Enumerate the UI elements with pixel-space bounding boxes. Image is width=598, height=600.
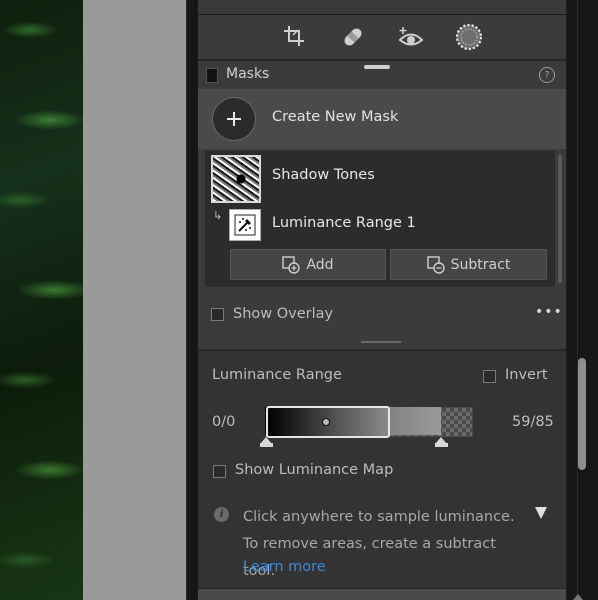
mask-component-label: Luminance Range 1 — [272, 215, 416, 231]
crop-tool-button[interactable] — [280, 22, 310, 52]
show-luminance-map-checkbox[interactable] — [213, 465, 226, 478]
add-button-label: Add — [306, 256, 334, 273]
panel-toggle-switch[interactable] — [206, 68, 218, 83]
masks-panel: Masks ? Create New Mask Shadow Tones ↳ L… — [198, 61, 566, 349]
mask-thumbnail — [211, 155, 261, 203]
selection-center-handle[interactable] — [322, 418, 330, 426]
info-icon: i — [214, 507, 229, 522]
red-eye-tool-button[interactable] — [396, 22, 426, 52]
show-overlay-checkbox[interactable] — [211, 308, 224, 321]
add-button[interactable]: Add — [230, 249, 386, 280]
masking-tool-button[interactable] — [454, 22, 484, 52]
canvas-background — [83, 0, 186, 600]
subtract-button-label: Subtract — [450, 256, 511, 273]
red-eye-icon — [398, 27, 424, 46]
crop-icon — [284, 26, 304, 46]
more-options-icon[interactable]: ••• — [535, 304, 563, 320]
right-panel: Masks ? Create New Mask Shadow Tones ↳ L… — [198, 0, 566, 600]
healing-icon — [344, 28, 362, 46]
range-max-value: 59/85 — [512, 414, 554, 430]
panel-resize-grip[interactable] — [361, 341, 401, 343]
range-left-marker-base — [259, 443, 273, 447]
subtract-button[interactable]: Subtract — [390, 249, 547, 280]
show-luminance-map-label: Show Luminance Map — [235, 462, 394, 478]
show-overlay-row: Show Overlay ••• — [198, 302, 566, 330]
help-icon[interactable]: ? — [539, 67, 555, 83]
panel-top-strip — [198, 0, 566, 15]
sub-item-arrow-icon: ↳ — [213, 209, 223, 222]
masks-title: Masks — [226, 66, 270, 82]
invert-checkbox[interactable] — [483, 370, 496, 383]
luminance-range-title: Luminance Range — [212, 367, 342, 383]
edit-toolbar — [198, 15, 566, 59]
scroll-track — [577, 0, 578, 600]
panel-scrollbar[interactable] — [566, 0, 598, 600]
masks-header: Masks ? — [198, 61, 566, 89]
plus-icon — [212, 97, 256, 141]
photo-canvas[interactable] — [0, 0, 83, 600]
subtract-mask-icon — [426, 255, 445, 274]
healing-tool-button[interactable] — [338, 22, 368, 52]
learn-more-link[interactable]: Learn more — [243, 559, 326, 575]
collapse-triangle-icon[interactable] — [535, 507, 547, 519]
create-new-mask-button[interactable]: Create New Mask — [198, 89, 566, 149]
add-mask-icon — [282, 255, 301, 274]
mask-list-scrollbar[interactable] — [558, 155, 562, 283]
scroll-arrow-icon[interactable] — [573, 594, 583, 600]
luminance-range-icon — [229, 209, 261, 241]
range-right-marker-base — [434, 443, 448, 447]
create-new-mask-label: Create New Mask — [272, 109, 399, 125]
show-overlay-label: Show Overlay — [233, 306, 334, 322]
scroll-thumb[interactable] — [578, 358, 586, 470]
mask-item-label: Shadow Tones — [272, 167, 375, 183]
next-panel-header[interactable] — [198, 589, 566, 600]
mask-list: Shadow Tones ↳ Luminance Range 1 Add Sub… — [205, 151, 555, 287]
luminance-range-panel: Luminance Range Invert 0/0 59/85 Show Lu… — [198, 351, 566, 588]
invert-label: Invert — [505, 367, 548, 383]
range-min-value: 0/0 — [212, 414, 236, 430]
masking-icon — [455, 23, 483, 51]
